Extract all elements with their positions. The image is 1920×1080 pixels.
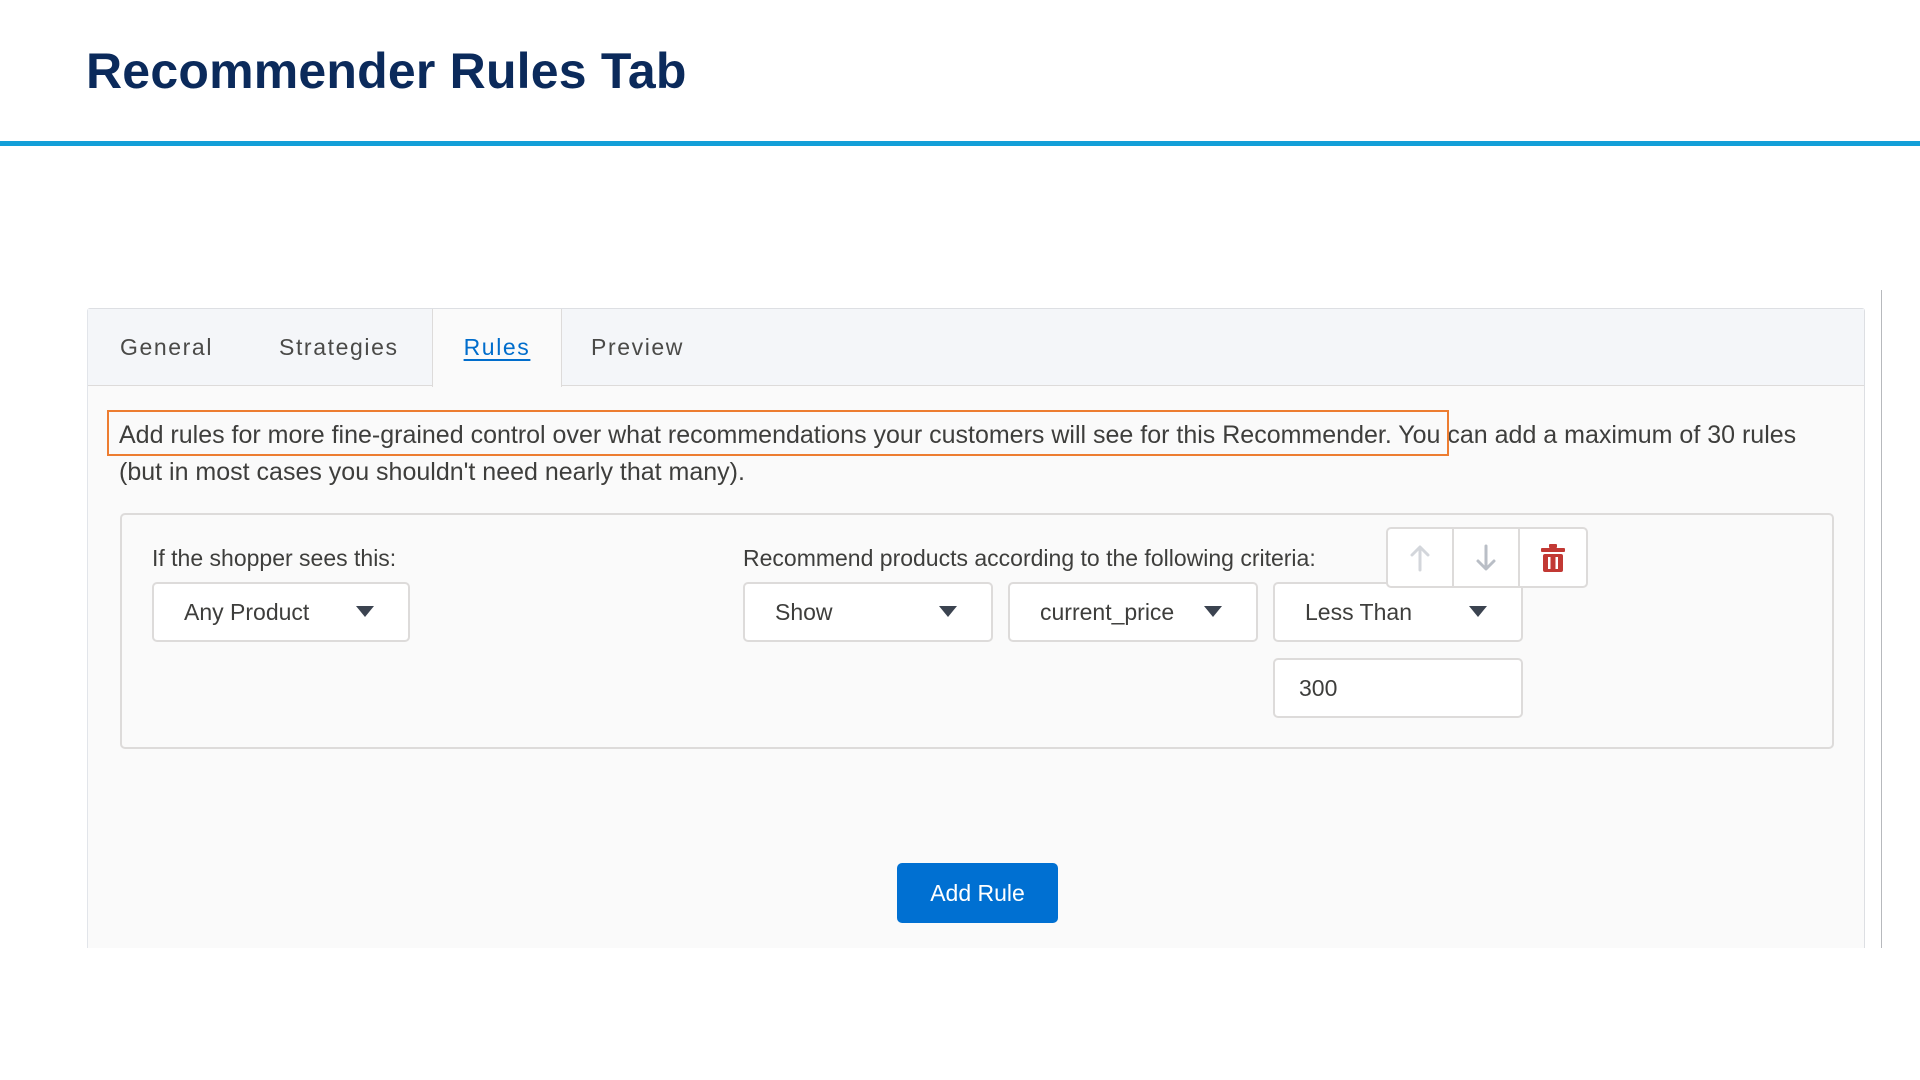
arrow-down-icon: [1476, 544, 1496, 570]
caret-down-icon: [356, 606, 374, 617]
action-dropdown[interactable]: Show: [743, 582, 993, 642]
slide-title: Recommender Rules Tab: [86, 43, 687, 99]
delete-rule-button[interactable]: [1520, 529, 1586, 586]
caret-down-icon: [939, 606, 957, 617]
operator-dropdown-value: Less Than: [1305, 599, 1412, 625]
tab-bar: General Strategies Rules Preview: [88, 309, 1864, 387]
criteria-label: Recommend products according to the foll…: [743, 545, 1316, 571]
condition-dropdown-value: Any Product: [184, 599, 310, 625]
tab-general[interactable]: General: [120, 309, 213, 386]
move-up-button[interactable]: [1388, 529, 1455, 586]
caret-down-icon: [1469, 606, 1487, 617]
tab-preview[interactable]: Preview: [591, 309, 684, 386]
title-divider: [0, 141, 1920, 146]
tab-strategies[interactable]: Strategies: [279, 309, 399, 386]
highlight-box: [107, 410, 1449, 456]
condition-label: If the shopper sees this:: [152, 545, 397, 571]
tab-rules[interactable]: Rules: [432, 309, 562, 387]
attribute-dropdown[interactable]: current_price: [1008, 582, 1258, 642]
recommender-editor: General Strategies Rules Preview Add rul…: [87, 308, 1865, 948]
operator-dropdown[interactable]: Less Than: [1273, 582, 1523, 642]
rule-value-input[interactable]: [1273, 658, 1523, 718]
action-dropdown-value: Show: [775, 599, 833, 625]
window-edge: [1881, 290, 1882, 948]
rule-controls: [1386, 527, 1588, 588]
caret-down-icon: [1204, 606, 1222, 617]
trash-icon: [1541, 543, 1565, 572]
arrow-up-icon: [1410, 545, 1430, 571]
add-rule-button[interactable]: Add Rule: [897, 863, 1058, 923]
rule-card: If the shopper sees this: Any Product Re…: [120, 513, 1834, 749]
attribute-dropdown-value: current_price: [1040, 599, 1175, 625]
move-down-button[interactable]: [1454, 529, 1521, 586]
condition-dropdown[interactable]: Any Product: [152, 582, 410, 642]
